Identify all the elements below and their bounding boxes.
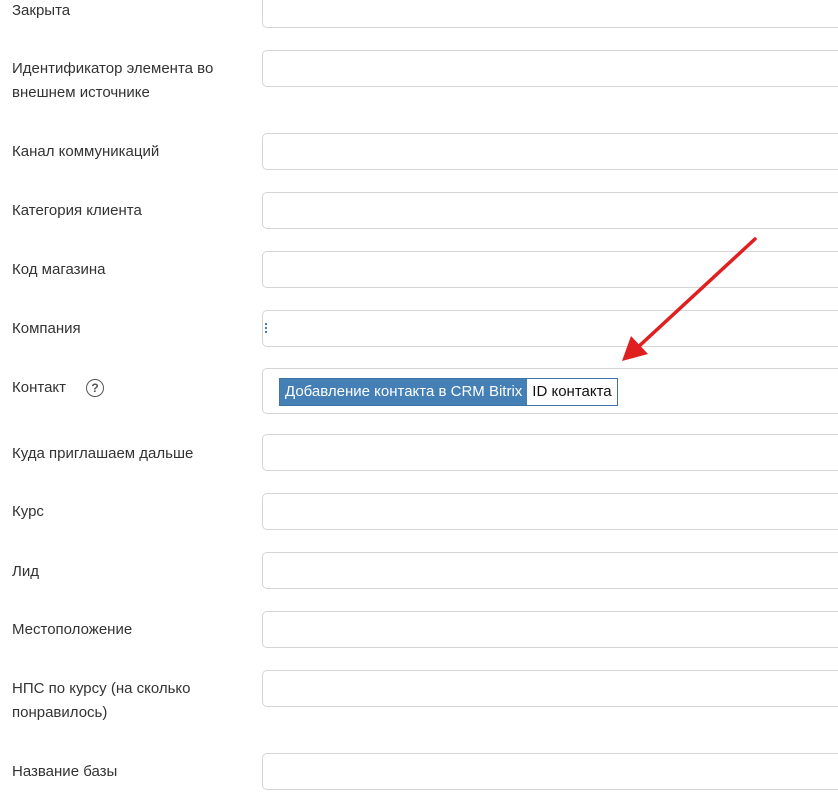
- field-label-company: Компания: [12, 320, 81, 337]
- field-label-nps: НПС по курсу (на сколько понравилось): [12, 680, 191, 721]
- field-input-course[interactable]: [262, 493, 838, 530]
- field-input-location[interactable]: [262, 611, 838, 648]
- question-circle-icon[interactable]: ?: [86, 379, 104, 397]
- contact-token[interactable]: Добавление контакта в CRM Bitrix ID конт…: [279, 378, 618, 406]
- token-field-label: ID контакта: [527, 379, 617, 405]
- field-input-company[interactable]: [262, 310, 838, 347]
- field-input-closed[interactable]: [262, 0, 838, 28]
- token-source-label: Добавление контакта в CRM Bitrix: [280, 379, 528, 405]
- field-input-store-code[interactable]: [262, 251, 838, 288]
- field-label-channel: Канал коммуникаций: [12, 143, 160, 160]
- field-label-location: Местоположение: [12, 621, 133, 638]
- field-input-lead[interactable]: [262, 552, 838, 589]
- field-input-contact[interactable]: Добавление контакта в CRM Bitrix ID конт…: [262, 368, 838, 414]
- field-input-external-id[interactable]: [262, 50, 838, 87]
- field-label-lead: Лид: [12, 563, 39, 580]
- field-input-nps[interactable]: [262, 670, 838, 707]
- field-label-base-name: Название базы: [12, 763, 118, 780]
- field-input-channel[interactable]: [262, 133, 838, 170]
- field-label-store-code: Код магазина: [12, 261, 106, 278]
- field-input-client-category[interactable]: [262, 192, 838, 229]
- drag-handle-icon[interactable]: [265, 323, 268, 333]
- field-label-course: Курс: [12, 503, 44, 520]
- field-label-next-invite: Куда приглашаем дальше: [12, 445, 194, 462]
- field-label-client-category: Категория клиента: [12, 202, 142, 219]
- field-label-contact: Контакт: [12, 379, 67, 396]
- field-input-next-invite[interactable]: [262, 434, 838, 471]
- field-label-external-id: Идентификатор элемента во внешнем источн…: [12, 60, 214, 101]
- field-label-closed: Закрыта: [12, 2, 71, 19]
- field-input-base-name[interactable]: [262, 753, 838, 790]
